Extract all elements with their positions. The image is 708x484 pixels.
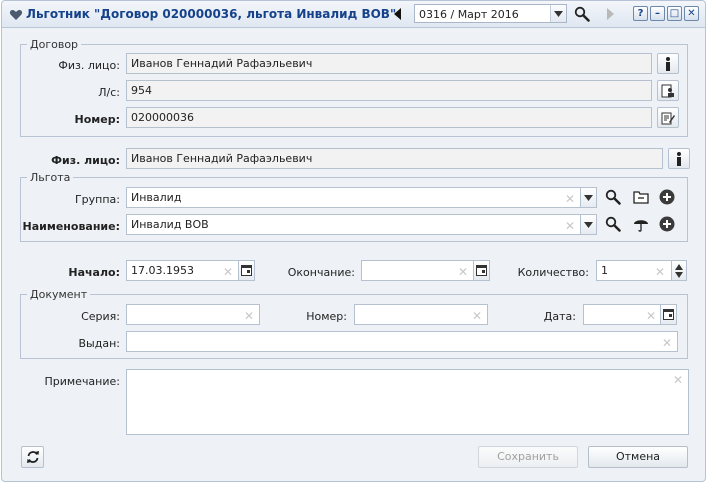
count-clear-icon[interactable]: ✕: [654, 266, 666, 278]
person-card-button[interactable]: [657, 53, 679, 74]
contract-person-field: Иванов Геннадий Рафаэльевич: [126, 53, 652, 74]
chevron-down-icon: [554, 10, 563, 17]
doc-number-field[interactable]: [354, 304, 488, 325]
account-card-icon: [661, 84, 674, 97]
count-spinner[interactable]: [671, 260, 687, 281]
contract-number-label: Номер:: [74, 113, 121, 126]
person-open-button[interactable]: [668, 148, 690, 169]
umbrella-icon: [634, 220, 648, 232]
save-button[interactable]: Сохранить: [478, 446, 578, 468]
end-date-clear-icon[interactable]: ✕: [457, 266, 469, 278]
group-clear-icon[interactable]: ✕: [564, 193, 576, 205]
group-folder-button[interactable]: [630, 186, 652, 208]
benefit-add-button[interactable]: [656, 213, 678, 235]
window-title: Льготник "Договор 020000036, льгота Инва…: [26, 7, 397, 21]
doc-date-label: Дата:: [543, 310, 576, 323]
benefit-editor-window: Льготник "Договор 020000036, льгота Инва…: [1, 0, 706, 482]
arrow-left-icon: [394, 8, 401, 20]
benefit-name-clear-icon[interactable]: ✕: [564, 220, 576, 232]
person-icon: [666, 56, 670, 71]
search-icon: [574, 6, 590, 22]
doc-number-clear-icon[interactable]: ✕: [471, 310, 483, 322]
person-label: Физ. лицо:: [51, 154, 120, 167]
period-search-button[interactable]: [572, 5, 592, 23]
issued-field[interactable]: [126, 331, 678, 352]
form-body: Договор Физ. лицо: Иванов Геннадий Рафаэ…: [2, 29, 705, 483]
refresh-icon: [26, 451, 39, 463]
account-field: 954: [126, 80, 652, 101]
period-value: 0316 / Март 2016: [419, 8, 519, 21]
doc-date-picker-button[interactable]: [660, 304, 677, 325]
calendar-icon: [476, 265, 487, 276]
chevron-down-icon: [584, 221, 593, 228]
contract-number-field: 020000036: [126, 107, 652, 128]
help-button[interactable]: ?: [633, 6, 648, 21]
search-icon: [605, 189, 621, 205]
refresh-button[interactable]: [21, 446, 44, 468]
end-label: Окончание:: [287, 266, 355, 279]
benefit-name-dropdown-trigger[interactable]: [580, 214, 597, 235]
count-label: Количество:: [517, 266, 589, 279]
calendar-icon: [663, 309, 674, 320]
account-card-button[interactable]: [657, 80, 679, 101]
title-bar: Льготник "Договор 020000036, льгота Инва…: [2, 1, 705, 28]
note-clear-icon[interactable]: ✕: [672, 374, 684, 386]
benefit-name-combo[interactable]: Инвалид ВОВ: [126, 214, 581, 235]
issued-clear-icon[interactable]: ✕: [661, 337, 673, 349]
spin-down-icon[interactable]: [675, 271, 683, 278]
person-icon: [677, 151, 681, 166]
series-field[interactable]: [126, 304, 260, 325]
prev-period-button[interactable]: [388, 5, 408, 23]
folder-icon: [633, 191, 649, 204]
contract-legend: Договор: [30, 38, 79, 51]
start-label: Начало:: [68, 266, 120, 279]
group-search-button[interactable]: [602, 186, 624, 208]
series-label: Серия:: [81, 310, 120, 323]
start-date-picker-button[interactable]: [238, 260, 255, 281]
account-label: Л/с:: [98, 86, 120, 99]
document-edit-icon: [661, 112, 675, 124]
group-add-button[interactable]: [656, 186, 678, 208]
document-legend: Документ: [30, 288, 88, 301]
note-textarea[interactable]: [126, 369, 689, 435]
contract-person-label: Физ. лицо:: [58, 59, 120, 72]
contract-card-button[interactable]: [657, 107, 679, 128]
group-value: Инвалид: [131, 191, 182, 204]
heart-icon: [9, 10, 23, 20]
benefit-name-search-button[interactable]: [602, 213, 624, 235]
close-button[interactable]: ✕: [684, 6, 699, 21]
arrow-right-icon: [607, 8, 614, 20]
search-icon: [605, 216, 621, 232]
doc-number-label: Номер:: [306, 310, 347, 323]
group-dropdown-trigger[interactable]: [580, 187, 597, 208]
period-dropdown-trigger[interactable]: [550, 5, 566, 22]
benefit-legend: Льгота: [30, 171, 71, 184]
benefit-name-label: Наименование:: [22, 220, 121, 233]
add-circle-icon: [659, 216, 675, 232]
calendar-icon: [241, 265, 252, 276]
benefit-umbrella-button[interactable]: [630, 213, 652, 235]
person-field: Иванов Геннадий Рафаэльевич: [126, 148, 663, 169]
benefit-name-value: Инвалид ВОВ: [131, 218, 209, 231]
spin-up-icon[interactable]: [675, 263, 683, 270]
next-period-button[interactable]: [600, 5, 620, 23]
cancel-button[interactable]: Отмена: [588, 446, 688, 468]
note-label: Примечание:: [44, 375, 120, 388]
maximize-button[interactable]: □: [667, 6, 682, 21]
add-circle-icon: [659, 189, 675, 205]
chevron-down-icon: [584, 194, 593, 201]
doc-date-clear-icon[interactable]: ✕: [645, 310, 657, 322]
count-value: 1: [601, 264, 608, 277]
start-date-clear-icon[interactable]: ✕: [222, 266, 234, 278]
start-date-value: 17.03.1953: [131, 264, 194, 277]
series-clear-icon[interactable]: ✕: [243, 310, 255, 322]
minimize-button[interactable]: –: [650, 6, 665, 21]
end-date-picker-button[interactable]: [473, 260, 490, 281]
group-label: Группа:: [74, 193, 120, 206]
issued-label: Выдан:: [78, 337, 120, 350]
period-select[interactable]: 0316 / Март 2016: [414, 4, 567, 23]
group-combo[interactable]: Инвалид: [126, 187, 581, 208]
